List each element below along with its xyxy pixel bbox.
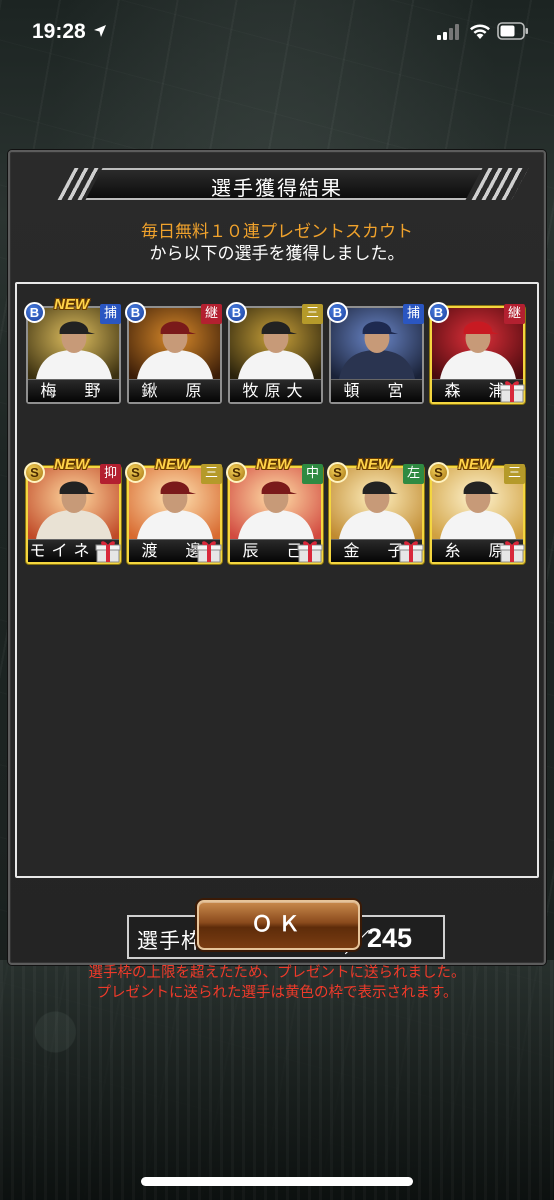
position-badge: 抑 — [100, 464, 121, 484]
location-arrow-icon — [94, 25, 106, 37]
player-row-2: モイネロ S 抑 NEW 渡 邊 S 三 NEW 辰 己 S 中 NEW 金 子 S 左 NEW 糸 原 S 三 NE… — [24, 456, 525, 564]
new-tag: NEW — [458, 456, 493, 473]
position-badge: 中 — [302, 464, 323, 484]
rank-badge: B — [24, 302, 45, 323]
home-indicator[interactable] — [141, 1177, 413, 1186]
gift-box-icon — [499, 378, 525, 404]
player-card[interactable]: 森 浦B継 — [428, 302, 525, 404]
position-badge: 三 — [302, 304, 323, 324]
scout-result-dialog: 選手獲得結果 毎日無料１０連プレゼントスカウト から以下の選手を獲得しました。 … — [8, 150, 546, 1001]
position-badge: 捕 — [403, 304, 424, 324]
player-card[interactable]: 糸 原 S 三 NEW — [428, 456, 525, 564]
new-tag: NEW — [256, 456, 291, 473]
new-tag: NEW — [155, 456, 190, 473]
battery-icon — [497, 22, 528, 40]
warning-line-1: 選手枠の上限を超えたため、プレゼントに送られました。 — [88, 965, 466, 981]
rank-badge: S — [428, 462, 449, 483]
position-badge: 左 — [403, 464, 424, 484]
player-name: 梅 野 — [28, 379, 119, 402]
new-tag: NEW — [54, 296, 89, 313]
player-card-panel: 梅 野 B 捕 NEW 鍬 原 B 継牧原大 B 三頓 宮B捕森 浦B継 モイネロ S 抑 NEW 渡 … — [15, 282, 539, 1001]
warning-line-2: プレゼントに送られた選手は黄色の枠で表示されます。 — [96, 985, 458, 1001]
player-card[interactable]: 鍬 原 B 継 — [125, 302, 222, 404]
gift-box-icon — [95, 538, 121, 564]
player-name: 頓 宮 — [331, 379, 422, 402]
rank-badge: B — [226, 302, 247, 323]
gift-box-icon — [196, 538, 222, 564]
scout-message: から以下の選手を獲得しました。 — [149, 244, 405, 264]
player-name: 鍬 原 — [129, 379, 220, 402]
gift-box-icon — [499, 538, 525, 564]
status-time: 19:28 — [32, 20, 86, 43]
player-row-1: 梅 野 B 捕 NEW 鍬 原 B 継牧原大 B 三頓 宮B捕森 浦B継 — [24, 296, 525, 404]
dialog-title: 選手獲得結果 — [211, 176, 343, 200]
rank-badge: B — [428, 302, 449, 323]
player-card[interactable]: モイネロ S 抑 NEW — [24, 456, 121, 564]
rank-badge: S — [24, 462, 45, 483]
slot-max: 245 — [367, 923, 413, 953]
player-card[interactable]: 渡 邊 S 三 NEW — [125, 456, 222, 564]
status-bar: 19:28 — [0, 0, 554, 66]
rank-badge: B — [327, 302, 348, 323]
wifi-icon — [470, 24, 490, 39]
position-badge: 三 — [201, 464, 222, 484]
rank-badge: S — [125, 462, 146, 483]
position-badge: 三 — [504, 464, 525, 484]
player-card[interactable]: 梅 野 B 捕 NEW — [24, 296, 121, 404]
player-card[interactable]: 頓 宮 B 捕 — [327, 302, 424, 404]
player-name: 牧原大 — [230, 379, 321, 402]
player-card[interactable]: 牧原大 B 三 — [226, 302, 323, 404]
gift-box-icon — [398, 538, 424, 564]
position-badge: 捕 — [100, 304, 121, 324]
new-tag: NEW — [357, 456, 392, 473]
rank-badge: B — [125, 302, 146, 323]
ok-button[interactable]: ＯＫ — [197, 900, 360, 950]
cellular-signal-icon — [437, 24, 459, 40]
position-badge: 継 — [504, 304, 525, 324]
position-badge: 継 — [201, 304, 222, 324]
player-card[interactable]: 金 子 S 左 NEW — [327, 456, 424, 564]
rank-badge: S — [327, 462, 348, 483]
new-tag: NEW — [54, 456, 89, 473]
gift-box-icon — [297, 538, 323, 564]
player-card[interactable]: 辰 己 S 中 NEW — [226, 456, 323, 564]
rank-badge: S — [226, 462, 247, 483]
